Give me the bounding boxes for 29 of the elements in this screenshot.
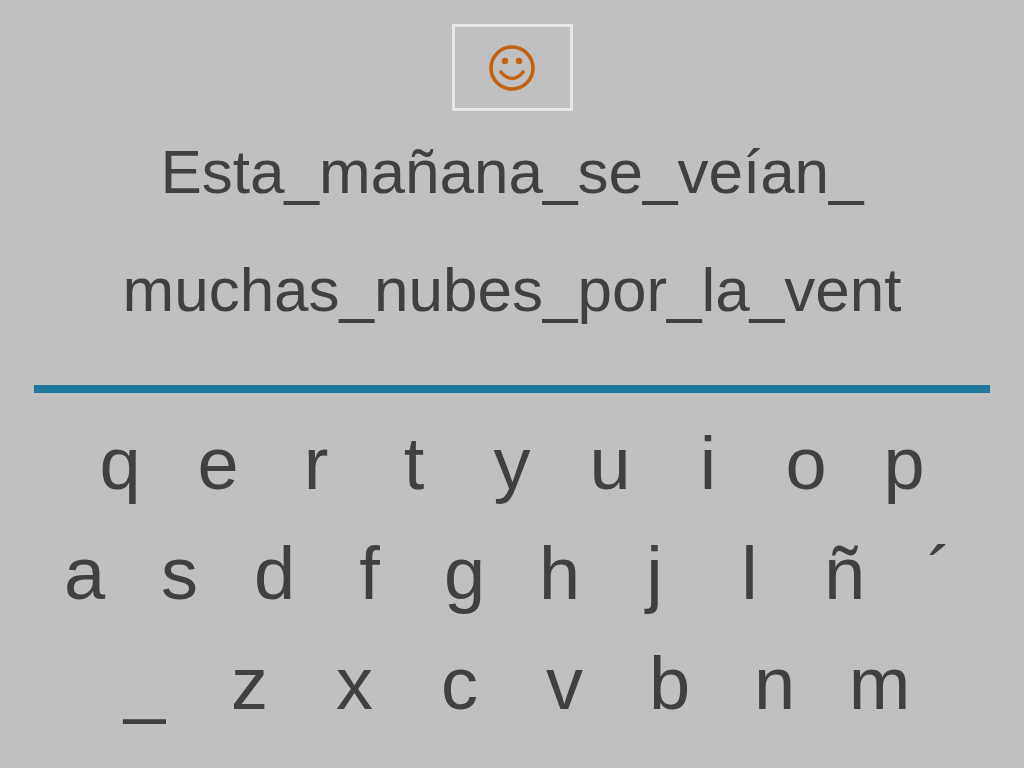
sentence-text: Esta_mañana_se_veían_: [160, 141, 864, 203]
letter-key[interactable]: l: [702, 519, 797, 629]
letter-key[interactable]: g: [417, 519, 512, 629]
letter-key[interactable]: r: [267, 409, 365, 519]
letter-key[interactable]: c: [407, 629, 512, 739]
letter-key[interactable]: j: [607, 519, 702, 629]
letter-key[interactable]: x: [302, 629, 407, 739]
letter-key[interactable]: i: [659, 409, 757, 519]
letter-key[interactable]: q: [71, 409, 169, 519]
letter-key[interactable]: _: [92, 629, 197, 739]
letter-key[interactable]: a: [37, 519, 132, 629]
letter-key[interactable]: y: [463, 409, 561, 519]
letter-key[interactable]: ´: [892, 519, 987, 629]
letter-key[interactable]: z: [197, 629, 302, 739]
letter-key[interactable]: e: [169, 409, 267, 519]
letter-key[interactable]: b: [617, 629, 722, 739]
letter-key[interactable]: m: [827, 629, 932, 739]
letter-key[interactable]: u: [561, 409, 659, 519]
smiley-icon: [488, 43, 536, 92]
letter-key[interactable]: o: [757, 409, 855, 519]
letter-key[interactable]: v: [512, 629, 617, 739]
letter-key[interactable]: ñ: [797, 519, 892, 629]
letter-key[interactable]: p: [855, 409, 953, 519]
letter-key[interactable]: d: [227, 519, 322, 629]
letter-key[interactable]: n: [722, 629, 827, 739]
letter-key[interactable]: h: [512, 519, 607, 629]
letter-key[interactable]: f: [322, 519, 417, 629]
letter-key[interactable]: s: [132, 519, 227, 629]
letter-key[interactable]: t: [365, 409, 463, 519]
